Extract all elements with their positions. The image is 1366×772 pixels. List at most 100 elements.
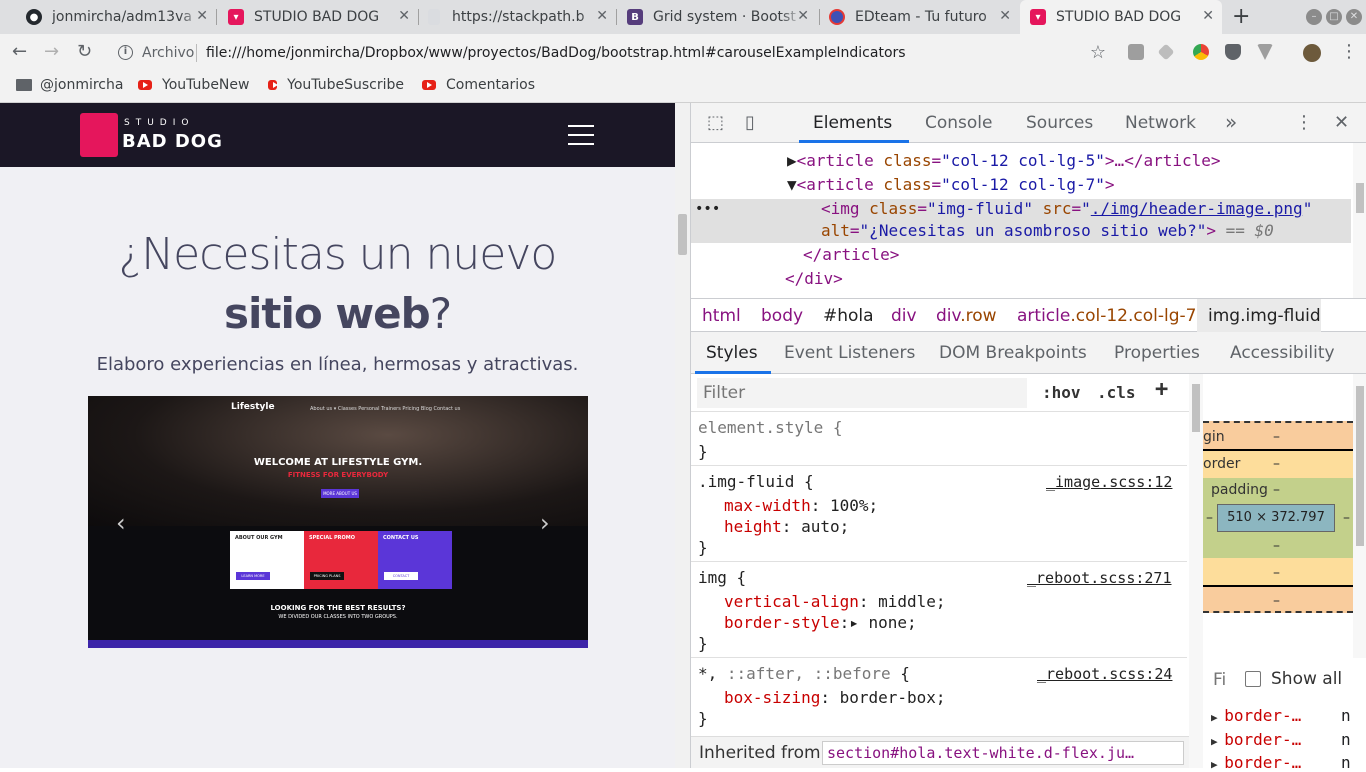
minimize-button[interactable]: – — [1306, 9, 1322, 25]
tab-network[interactable]: Network — [1125, 113, 1196, 133]
styles-filter-input[interactable] — [697, 378, 1027, 408]
hov-toggle[interactable]: :hov — [1042, 383, 1081, 402]
crumb-div[interactable]: div — [891, 306, 917, 326]
close-icon[interactable]: ✕ — [196, 8, 208, 24]
page-scrollbar[interactable] — [675, 103, 690, 768]
close-icon[interactable]: ✕ — [1202, 8, 1214, 24]
inherited-selector[interactable]: section#hola.text-white.d-flex.ju… — [822, 741, 1184, 765]
crumb-hola[interactable]: #hola — [823, 306, 874, 326]
dom-line-selected[interactable]: <img class="img-fluid" src="./img/header… — [821, 199, 1312, 218]
hamburger-menu-icon[interactable] — [568, 125, 594, 145]
crumb-img[interactable]: img.img-fluid — [1208, 306, 1321, 326]
kebab-menu-icon[interactable]: ⋮ — [1295, 112, 1313, 133]
close-icon[interactable]: ✕ — [999, 8, 1011, 24]
tab-console[interactable]: Console — [925, 113, 993, 133]
show-all-label: Show all — [1271, 669, 1343, 689]
bookmark-item[interactable]: YouTubeSuscribe — [268, 77, 404, 93]
crumb-article[interactable]: article.col-12.col-lg-7 — [1017, 306, 1196, 326]
inspect-cursor-icon[interactable]: ⬚ — [707, 112, 724, 133]
dom-line-selected-cont[interactable]: alt="¿Necesitas un asombroso sitio web?"… — [821, 221, 1274, 240]
chrome-extension-icon[interactable] — [1193, 44, 1209, 60]
avatar[interactable] — [1303, 44, 1321, 62]
bookmark-label: YouTubeNew — [162, 77, 250, 93]
dom-line[interactable]: </div> — [785, 269, 843, 288]
device-toggle-icon[interactable]: ▯ — [745, 112, 755, 133]
bookmark-folder[interactable]: @jonmircha — [16, 77, 123, 93]
bookmark-item[interactable]: Comentarios — [422, 77, 535, 93]
info-icon[interactable]: i — [118, 45, 133, 60]
header-image: Lifestyle About us ▾ Classes Personal Tr… — [88, 396, 588, 648]
reload-icon[interactable]: ↻ — [77, 41, 92, 62]
extension-icon[interactable] — [1257, 44, 1273, 60]
tab-stackpath[interactable]: https://stackpath.b ✕ — [426, 0, 616, 34]
crumb-html[interactable]: html — [702, 306, 741, 326]
dom-scrollbar[interactable] — [1353, 143, 1366, 298]
mock-fitness: FITNESS FOR EVERYBODY — [287, 471, 389, 479]
maximize-button[interactable]: □ — [1326, 9, 1342, 25]
mock-card-promo: SPECIAL PROMO PRICING PLANS — [304, 531, 378, 589]
show-all-checkbox[interactable] — [1245, 671, 1261, 687]
forward-icon[interactable]: → — [44, 41, 59, 62]
close-icon[interactable]: ✕ — [797, 8, 809, 24]
close-window-button[interactable]: ✕ — [1346, 9, 1362, 25]
tab-styles[interactable]: Styles — [706, 343, 758, 363]
tab-dom-breakpoints[interactable]: DOM Breakpoints — [939, 343, 1087, 363]
chevron-left-icon: ‹ — [116, 509, 126, 537]
tab-github[interactable]: ● jonmircha/adm13va ✕ — [26, 0, 216, 34]
tab-sources[interactable]: Sources — [1026, 113, 1093, 133]
dog-logo-icon[interactable] — [80, 113, 118, 157]
crumb-div-row[interactable]: div.row — [936, 306, 997, 326]
back-icon[interactable]: ← — [12, 41, 27, 62]
edteam-icon — [829, 9, 845, 25]
tab-bootstrap[interactable]: B Grid system · Bootst ✕ — [627, 0, 817, 34]
source-link[interactable]: _reboot.scss:271 — [1027, 569, 1172, 587]
tab-title: EDteam - Tu futuro — [855, 9, 987, 25]
ellipsis-icon[interactable]: ••• — [695, 201, 720, 217]
computed-row[interactable]: ▶ border-… n — [1211, 753, 1351, 772]
tab-title: STUDIO BAD DOG — [1056, 9, 1182, 25]
source-link[interactable]: _reboot.scss:24 — [1037, 665, 1172, 683]
tab-title: jonmircha/adm13va — [52, 9, 192, 25]
source-link[interactable]: _image.scss:12 — [1046, 473, 1172, 491]
extension-icon[interactable] — [1157, 43, 1175, 61]
menu-icon[interactable]: ⋮ — [1340, 41, 1358, 62]
box-padding[interactable]: padding – – – – 510 × 372.797 — [1203, 478, 1353, 558]
folder-icon — [16, 79, 32, 91]
dom-line[interactable]: ▶<article class="col-12 col-lg-5">…</art… — [787, 151, 1221, 170]
tab-baddog-1[interactable]: ▾ STUDIO BAD DOG ✕ — [228, 0, 418, 34]
close-icon[interactable]: ✕ — [398, 8, 410, 24]
tab-event-listeners[interactable]: Event Listeners — [784, 343, 915, 363]
address-bar[interactable]: i Archivo file:///home/jonmircha/Dropbox… — [108, 37, 1116, 69]
mock-card-title: ABOUT OUR GYM — [235, 535, 283, 541]
bookmark-star-icon[interactable]: ☆ — [1090, 42, 1106, 63]
dom-tree: ▶<article class="col-12 col-lg-5">…</art… — [691, 143, 1366, 298]
src-link[interactable]: ./img/header-image.png — [1091, 199, 1303, 218]
computed-filter[interactable]: Fi — [1213, 670, 1226, 690]
more-tabs-icon[interactable]: » — [1225, 110, 1237, 134]
url-text[interactable]: file:///home/jonmircha/Dropbox/www/proye… — [206, 45, 906, 61]
mock-brand: Lifestyle — [231, 402, 275, 412]
new-tab-button[interactable]: + — [1232, 4, 1250, 29]
tab-properties[interactable]: Properties — [1114, 343, 1200, 363]
close-icon[interactable]: ✕ — [596, 8, 608, 24]
pocket-icon[interactable] — [1225, 44, 1241, 60]
tab-accessibility[interactable]: Accessibility — [1230, 343, 1335, 363]
dom-line[interactable]: ▼<article class="col-12 col-lg-7"> — [787, 175, 1115, 194]
tab-elements[interactable]: Elements — [813, 113, 892, 133]
bookmark-item[interactable]: YouTubeNew — [138, 77, 249, 93]
cls-toggle[interactable]: .cls — [1097, 383, 1136, 402]
box-content-size[interactable]: 510 × 372.797 — [1217, 504, 1335, 532]
computed-row[interactable]: ▶ border-… n — [1211, 706, 1351, 725]
youtube-icon — [422, 80, 436, 90]
close-devtools-icon[interactable]: ✕ — [1334, 112, 1349, 133]
extension-icon[interactable] — [1128, 44, 1144, 60]
rule-img: img { _reboot.scss:271 vertical-align: m… — [691, 562, 1187, 658]
tab-baddog-active[interactable]: ▾ STUDIO BAD DOG ✕ — [1020, 0, 1222, 34]
computed-row[interactable]: ▶ border-… n — [1211, 730, 1351, 749]
new-rule-icon[interactable]: + — [1155, 377, 1168, 402]
dom-line[interactable]: </article> — [803, 245, 899, 264]
tab-edteam[interactable]: EDteam - Tu futuro ✕ — [829, 0, 1019, 34]
styles-scrollbar[interactable] — [1189, 374, 1203, 768]
boxmodel-scrollbar[interactable] — [1353, 374, 1366, 658]
crumb-body[interactable]: body — [761, 306, 803, 326]
